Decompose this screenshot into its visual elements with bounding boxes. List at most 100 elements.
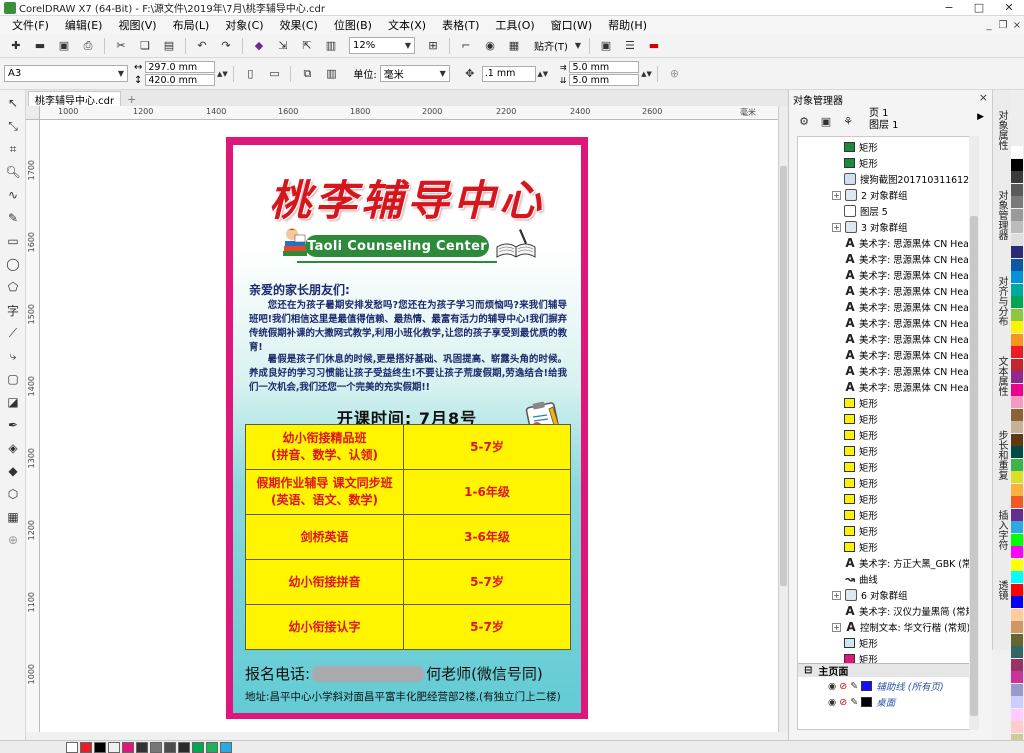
- object-tree-item[interactable]: A 美术字: 思源黑体 CN Heavy: [844, 299, 974, 315]
- snap-to-menu[interactable]: 贴齐(T): [534, 38, 568, 53]
- current-page-icon[interactable]: ▥: [321, 65, 341, 83]
- object-tree-item[interactable]: A 美术字: 思源黑体 CN Heavy: [844, 347, 974, 363]
- interactive-fill-tool-icon[interactable]: ◈: [2, 438, 24, 458]
- page-size-select[interactable]: A3 ▼: [4, 65, 128, 82]
- page-width-field[interactable]: 297.0 mm: [145, 61, 216, 73]
- address-text[interactable]: 地址:昌平中心小学斜对面昌平富丰化肥经营部2楼,(有独立门上二楼): [245, 689, 575, 704]
- phone-line[interactable]: 报名电话: 何老师(微信号同): [245, 663, 575, 684]
- application-launcher-icon[interactable]: ☰: [620, 37, 640, 55]
- palette-color-swatch[interactable]: [1011, 321, 1023, 334]
- show-object-properties-icon[interactable]: ⚙: [795, 112, 813, 130]
- course-age-cell[interactable]: 5-7岁: [403, 559, 571, 605]
- document-palette-swatch[interactable]: [94, 742, 106, 753]
- minimize-button[interactable]: −: [934, 0, 964, 16]
- nudge-distance-field[interactable]: .1 mm: [481, 65, 536, 82]
- course-name-cell[interactable]: 假期作业辅导 课文同步班 (英语、语文、数学): [245, 469, 404, 515]
- object-tree-item[interactable]: A 美术字: 思源黑体 CN Heavy: [844, 267, 974, 283]
- object-tree-item[interactable]: A 美术字: 思源黑体 CN Heavy: [844, 331, 974, 347]
- expand-icon[interactable]: +: [832, 190, 841, 200]
- object-tree-item[interactable]: A 美术字: 思源黑体 CN Heavy: [844, 283, 974, 299]
- vertical-ruler[interactable]: 1700 1600 1500 1400 1300 1200 1100 1000: [26, 120, 40, 732]
- edit-across-layers-icon[interactable]: ▣: [817, 112, 835, 130]
- palette-color-swatch[interactable]: [1011, 671, 1023, 684]
- menu-bitmaps[interactable]: 位图(B): [326, 17, 380, 33]
- document-palette-swatch[interactable]: [150, 742, 162, 753]
- object-tree-item[interactable]: + A 控制文本: 华文行楷 (常规): [832, 619, 970, 635]
- layer-manager-view-icon[interactable]: ⚘: [839, 112, 857, 130]
- unit-select[interactable]: 毫米 ▼: [379, 65, 450, 82]
- object-tree-item[interactable]: A 美术字: 思源黑体 CN Heavy: [844, 363, 974, 379]
- document-palette-swatch[interactable]: [66, 742, 78, 753]
- smart-fill-tool-icon[interactable]: ◆: [2, 461, 24, 481]
- document-tab[interactable]: 桃李辅导中心.cdr: [28, 91, 122, 107]
- course-name-cell[interactable]: 幼小衔接认字: [245, 604, 404, 650]
- palette-color-swatch[interactable]: [1011, 408, 1023, 422]
- drop-shadow-tool-icon[interactable]: ▢: [2, 369, 24, 389]
- course-name-cell[interactable]: 幼小衔接精品班 (拼音、数学、认领): [245, 424, 404, 470]
- poster-border[interactable]: 桃李辅导中心 Taoli Counseling Center 亲爱的家长朋友们:…: [226, 137, 588, 719]
- palette-color-swatch[interactable]: [1011, 283, 1023, 297]
- artistic-media-tool-icon[interactable]: ✎: [2, 208, 24, 228]
- parallel-dimension-tool-icon[interactable]: ⟋: [2, 323, 24, 343]
- object-tree-item[interactable]: A 美术字: 方正大黑_GBK (常规): [844, 555, 974, 571]
- docker-close-icon[interactable]: ×: [979, 91, 988, 104]
- palette-color-swatch[interactable]: [1011, 646, 1023, 659]
- guides-layer-row[interactable]: ◉ ⊘ ✎ 辅助线 (所有页): [828, 679, 944, 694]
- desktop-layer-row[interactable]: ◉ ⊘ ✎ 桌面: [828, 695, 895, 710]
- menu-edit[interactable]: 编辑(E): [57, 17, 111, 33]
- palette-color-swatch[interactable]: [1011, 383, 1023, 397]
- object-tree-item[interactable]: A 美术字: 思源黑体 CN Heavy: [844, 379, 974, 395]
- palette-color-swatch[interactable]: [1011, 396, 1023, 409]
- document-palette-swatch[interactable]: [136, 742, 148, 753]
- object-tree-item[interactable]: +6 对象群组: [832, 587, 907, 603]
- zoom-level-select[interactable]: 12% ▼: [349, 37, 415, 54]
- ruler-origin[interactable]: [26, 106, 40, 120]
- palette-color-swatch[interactable]: [1011, 233, 1023, 247]
- menu-help[interactable]: 帮助(H): [600, 17, 655, 33]
- palette-color-swatch[interactable]: [1011, 296, 1023, 309]
- palette-color-swatch[interactable]: [1011, 183, 1023, 197]
- poster-title[interactable]: 桃李辅导中心: [233, 167, 581, 228]
- menu-effects[interactable]: 效果(C): [272, 17, 326, 33]
- object-tree-item[interactable]: 矩形: [844, 395, 878, 411]
- portrait-icon[interactable]: ▯: [240, 65, 260, 83]
- save-icon[interactable]: ▣: [54, 37, 74, 55]
- eye-icon[interactable]: ◉: [828, 697, 836, 708]
- pick-tool-icon[interactable]: ↖: [2, 93, 24, 113]
- palette-color-swatch[interactable]: [1011, 208, 1023, 222]
- course-age-cell[interactable]: 5-7岁: [403, 424, 571, 470]
- expand-collapse-icon[interactable]: ⊟: [804, 665, 812, 676]
- spin-up-down-icon[interactable]: ▲▼: [641, 65, 652, 83]
- palette-color-swatch[interactable]: [1011, 458, 1023, 472]
- palette-color-swatch[interactable]: [1011, 596, 1023, 609]
- menu-text[interactable]: 文本(X): [380, 17, 434, 33]
- object-tree-item[interactable]: 图层 5: [844, 203, 888, 219]
- palette-color-swatch[interactable]: [1011, 608, 1023, 622]
- shape-tool-icon[interactable]: ⤡: [2, 116, 24, 136]
- object-tree-item[interactable]: A 美术字: 思源黑体 CN Heavy: [844, 251, 974, 267]
- document-palette-swatch[interactable]: [164, 742, 176, 753]
- master-page-row[interactable]: ⊟ 主页面: [798, 663, 974, 678]
- all-pages-icon[interactable]: ⧉: [297, 65, 317, 83]
- text-tool-icon[interactable]: 字: [2, 300, 24, 320]
- palette-color-swatch[interactable]: [1011, 196, 1023, 209]
- transparency-tool-icon[interactable]: ◪: [2, 392, 24, 412]
- polygon-tool-icon[interactable]: ⬠: [2, 277, 24, 297]
- palette-color-swatch[interactable]: [1011, 258, 1023, 272]
- course-age-cell[interactable]: 1-6年级: [403, 469, 571, 515]
- document-palette-swatch[interactable]: [80, 742, 92, 753]
- tab-object-properties[interactable]: 对象属性: [995, 110, 1009, 150]
- palette-color-swatch[interactable]: [1011, 571, 1023, 584]
- palette-color-swatch[interactable]: [1011, 483, 1023, 497]
- add-page-icon[interactable]: ⊕: [664, 65, 684, 83]
- palette-color-swatch[interactable]: [1011, 658, 1023, 672]
- object-tree-item[interactable]: 矩形: [844, 155, 878, 171]
- object-tree-item[interactable]: A 美术字: 思源黑体 CN Heavy: [844, 235, 974, 251]
- object-tree-item[interactable]: ↝ 曲线: [844, 571, 878, 587]
- poster-english-subtitle[interactable]: Taoli Counseling Center: [305, 235, 489, 257]
- document-palette-swatch[interactable]: [108, 742, 120, 753]
- tab-insert-character[interactable]: 插入字符: [995, 510, 1009, 550]
- object-tree-item[interactable]: 矩形: [844, 459, 878, 475]
- object-tree-item[interactable]: 矩形: [844, 139, 878, 155]
- expand-icon[interactable]: +: [832, 222, 841, 232]
